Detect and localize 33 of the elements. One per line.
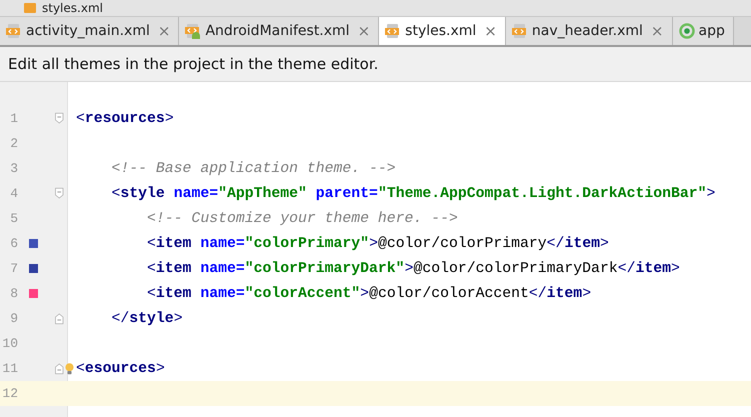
code-line: </style>	[110, 310, 183, 326]
breadcrumb-item[interactable]: styles.xml	[22, 0, 103, 16]
line-number: 9	[9, 311, 18, 326]
color-swatch[interactable]	[29, 239, 38, 248]
close-icon[interactable]: ×	[484, 22, 497, 40]
line-number: 10	[1, 336, 18, 351]
line-number: 5	[9, 211, 18, 226]
code-line: <style name="AppTheme" parent="Theme.AppCompat.Light.DarkActionBar">	[110, 186, 716, 202]
color-swatch[interactable]	[29, 289, 38, 298]
file-tab[interactable]: styles.xml ×	[379, 17, 506, 45]
line-number: 7	[9, 261, 18, 276]
file-tab[interactable]: nav_header.xml ×	[506, 17, 672, 45]
file-tab[interactable]: activity_main.xml ×	[0, 17, 180, 45]
notification-text: Edit all themes in the project in the theme editor.	[8, 55, 378, 73]
code-line: <esources>	[76, 360, 165, 376]
line-number: 12	[1, 386, 18, 401]
line-number: 3	[9, 161, 18, 176]
file-tab[interactable]: AndroidManifest.xml ×	[179, 17, 380, 45]
line-number: 11	[1, 361, 18, 376]
line-number: 8	[9, 286, 18, 301]
line-number: 6	[9, 236, 18, 251]
line-number: 4	[9, 186, 18, 201]
line-number: 2	[9, 136, 18, 151]
module-icon	[678, 23, 694, 39]
code-line: <item name="colorAccent">@color/colorAccent</item>	[146, 286, 592, 302]
code-line: <!-- Base application theme. -->	[110, 160, 396, 176]
code-line: <item name="colorPrimaryDark">@color/colorPrimaryDark</item>	[146, 260, 680, 276]
file-tab[interactable]: app	[672, 17, 734, 45]
color-swatch[interactable]	[29, 264, 38, 273]
code-line: <item name="colorPrimary">@color/colorPrimary</item>	[146, 236, 609, 252]
code-line: <!-- Customize your theme here. -->	[146, 210, 458, 226]
line-number: 1	[9, 111, 18, 126]
code-line: <resources>	[76, 110, 174, 126]
